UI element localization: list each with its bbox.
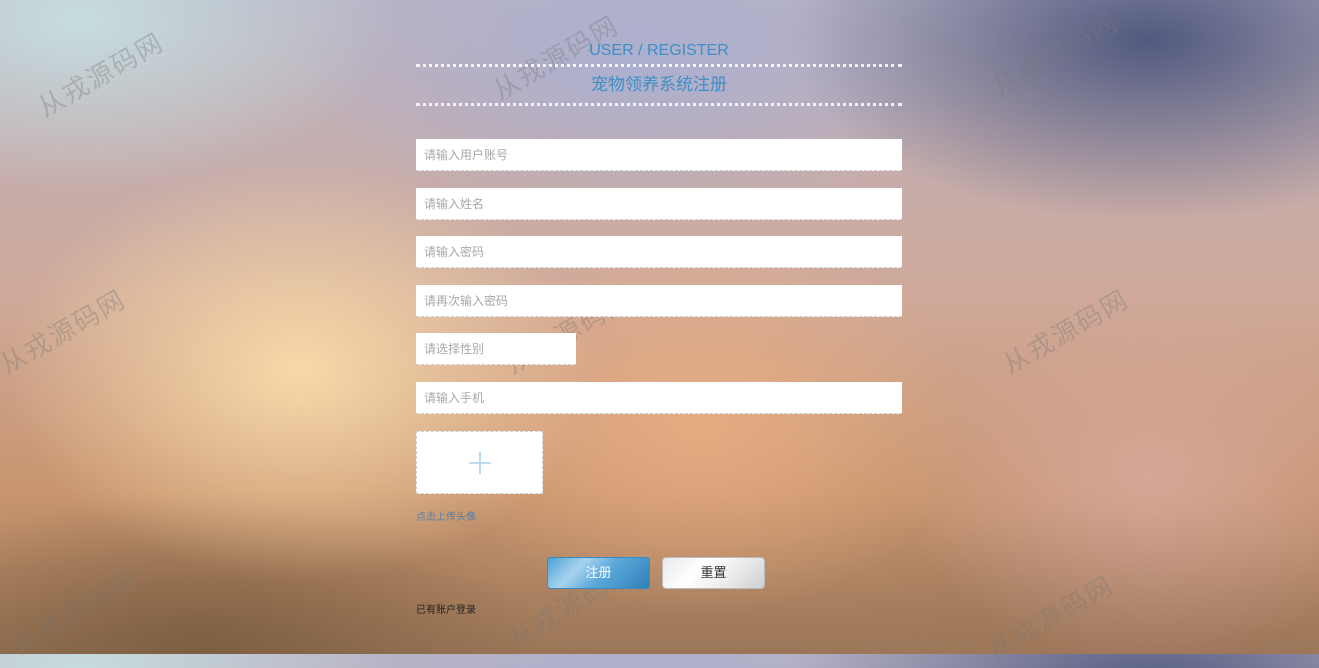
reset-button[interactable]: 重置 xyxy=(662,557,765,589)
watermark: 从戎源码网 xyxy=(988,7,1125,104)
gender-select[interactable]: 请选择性别 xyxy=(416,333,576,365)
register-form: 请选择性别 点击上传头像 注册 重置 已有账户登录 xyxy=(416,0,902,654)
register-button[interactable]: 注册 xyxy=(547,557,650,589)
name-input[interactable] xyxy=(416,188,902,220)
watermark: 从戎源码网 xyxy=(33,27,170,124)
avatar-upload[interactable] xyxy=(416,431,543,494)
confirm-password-input[interactable] xyxy=(416,285,902,317)
login-link[interactable]: 已有账户登录 xyxy=(416,601,476,616)
password-input[interactable] xyxy=(416,236,902,268)
account-input[interactable] xyxy=(416,139,902,171)
plus-icon xyxy=(468,451,491,474)
watermark: 从戎源码网 xyxy=(998,284,1135,381)
watermark: 从戎源码网 xyxy=(8,564,145,661)
watermark: 从戎源码网 xyxy=(983,570,1120,667)
upload-label: 点击上传头像 xyxy=(416,512,476,523)
phone-input[interactable] xyxy=(416,382,902,414)
watermark: 从戎源码网 xyxy=(0,284,132,381)
